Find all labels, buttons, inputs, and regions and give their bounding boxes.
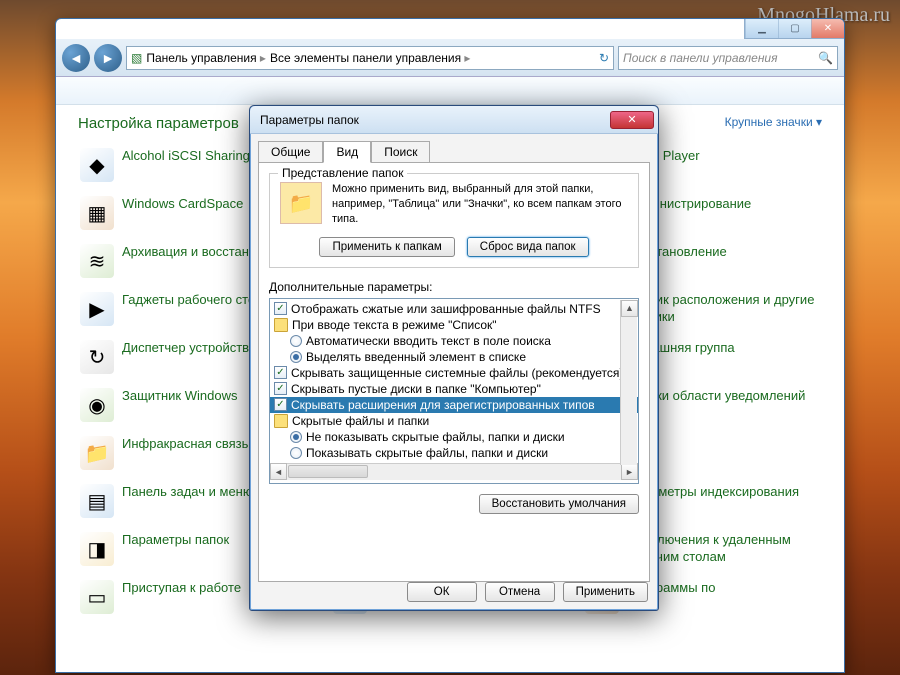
tree-row[interactable]: ✓ Скрывать расширения для зарегистрирован… [270,397,638,413]
tree-label: Скрытые файлы и папки [292,414,429,428]
folder-view-group: Представление папок 📁 Можно применить ви… [269,173,639,268]
tree-label: Отображать сжатые или зашифрованные файл… [291,302,601,316]
item-label: Инфракрасная связь [122,436,248,453]
tree-row[interactable]: ✓ Скрывать пустые диски в папке "Компьюте… [270,381,638,397]
tree-label: Скрывать расширения для зарегистрированн… [291,398,595,412]
horizontal-scrollbar[interactable]: ◄ ► [270,463,638,480]
tree-label: Скрывать защищенные системные файлы (рек… [291,366,623,380]
scroll-left-button[interactable]: ◄ [270,463,287,480]
checkbox[interactable]: ✓ [274,382,287,395]
tab-view[interactable]: Вид [323,141,371,163]
nav-bar: ◄ ► ▧ Панель управления Все элементы пан… [56,39,844,77]
tree-row[interactable]: Выделять введенный элемент в списке [270,349,638,365]
tab-general[interactable]: Общие [258,141,323,163]
item-label: Диспетчер устройств [122,340,249,357]
tree-row[interactable]: Скрытые файлы и папки [270,413,638,429]
dialog-tabs: Общие Вид Поиск [250,134,658,162]
control-panel-icon: ▧ [131,51,142,65]
item-icon: 📁 [80,436,114,470]
item-icon: ◉ [80,388,114,422]
tree-label: При вводе текста в режиме "Список" [292,318,497,332]
tree-row[interactable]: Не показывать скрытые файлы, папки и дис… [270,429,638,445]
window-controls: ▁ ▢ ✕ [744,19,844,39]
tab-search[interactable]: Поиск [371,141,430,163]
scroll-up-button[interactable]: ▲ [621,300,638,317]
folder-view-group-title: Представление папок [278,166,407,180]
tree-row[interactable]: При вводе текста в режиме "Список" [270,317,638,333]
checkbox[interactable]: ✓ [274,398,287,411]
tree-label: Не показывать скрытые файлы, папки и дис… [306,430,565,444]
item-icon: ▤ [80,484,114,518]
maximize-button[interactable]: ▢ [778,19,811,38]
tree-row[interactable]: ✓ Скрывать защищенные системные файлы (ре… [270,365,638,381]
item-label: Приступая к работе [122,580,241,597]
tree-row[interactable]: Показывать скрытые файлы, папки и диски [270,445,638,461]
radio[interactable] [290,335,302,347]
item-icon: ▭ [80,580,114,614]
item-label: Параметры папок [122,532,229,549]
restore-defaults-button[interactable]: Восстановить умолчания [479,494,639,514]
checkbox[interactable]: ✓ [274,366,287,379]
tree-row[interactable]: Автоматически вводить текст в поле поиск… [270,333,638,349]
ok-button[interactable]: ОК [407,582,477,602]
radio[interactable] [290,447,302,459]
item-icon: ▦ [80,196,114,230]
apply-to-folders-button[interactable]: Применить к папкам [319,237,454,257]
view-mode-dropdown[interactable]: Крупные значки ▾ [725,115,822,132]
folder-options-dialog: Параметры папок ✕ Общие Вид Поиск Предст… [249,105,659,611]
tree-row[interactable]: ✓ Отображать сжатые или зашифрованные фай… [270,301,638,317]
folder-view-icon: 📁 [280,182,322,224]
back-button[interactable]: ◄ [62,44,90,72]
toolbar-band [56,77,844,105]
cancel-button[interactable]: Отмена [485,582,555,602]
dialog-close-button[interactable]: ✕ [610,111,654,129]
item-label: Windows CardSpace [122,196,243,213]
scroll-right-button[interactable]: ► [621,463,638,480]
dialog-titlebar: Параметры папок ✕ [250,106,658,134]
item-label: Гаджеты рабочего стола [122,292,270,309]
apply-button[interactable]: Применить [563,582,648,602]
item-icon: ≋ [80,244,114,278]
item-icon: ◆ [80,148,114,182]
radio[interactable] [290,351,302,363]
vertical-scrollbar[interactable]: ▲ [620,300,637,465]
dialog-title-text: Параметры папок [260,113,359,127]
refresh-icon[interactable]: ↻ [599,51,609,65]
search-input[interactable]: Поиск в панели управления 🔍 [618,46,838,70]
tab-pane-view: Представление папок 📁 Можно применить ви… [258,162,650,582]
item-icon: ◨ [80,532,114,566]
folder-icon [274,414,288,428]
tree-label: Автоматически вводить текст в поле поиск… [306,334,551,348]
scroll-thumb[interactable] [288,465,368,478]
radio[interactable] [290,431,302,443]
folder-icon [274,318,288,332]
checkbox[interactable]: ✓ [274,302,287,315]
page-title: Настройка параметров [78,115,239,132]
item-icon: ▶ [80,292,114,326]
breadcrumb-segment[interactable]: Панель управления [146,51,266,65]
address-bar[interactable]: ▧ Панель управления Все элементы панели … [126,46,614,70]
folder-view-desc: Можно применить вид, выбранный для этой … [332,182,628,227]
breadcrumb-segment[interactable]: Все элементы панели управления [270,51,470,65]
search-placeholder: Поиск в панели управления [623,51,778,65]
search-icon: 🔍 [818,51,833,65]
advanced-tree[interactable]: ✓ Отображать сжатые или зашифрованные фай… [269,298,639,484]
forward-button[interactable]: ► [94,44,122,72]
reset-folders-button[interactable]: Сброс вида папок [467,237,589,257]
close-button[interactable]: ✕ [811,19,844,38]
item-label: Защитник Windows [122,388,237,405]
tree-label: Скрывать пустые диски в папке "Компьютер… [291,382,541,396]
tree-label: Выделять введенный элемент в списке [306,350,526,364]
minimize-button[interactable]: ▁ [745,19,778,38]
advanced-label: Дополнительные параметры: [269,280,639,294]
tree-label: Показывать скрытые файлы, папки и диски [306,446,548,460]
item-icon: ↻ [80,340,114,374]
